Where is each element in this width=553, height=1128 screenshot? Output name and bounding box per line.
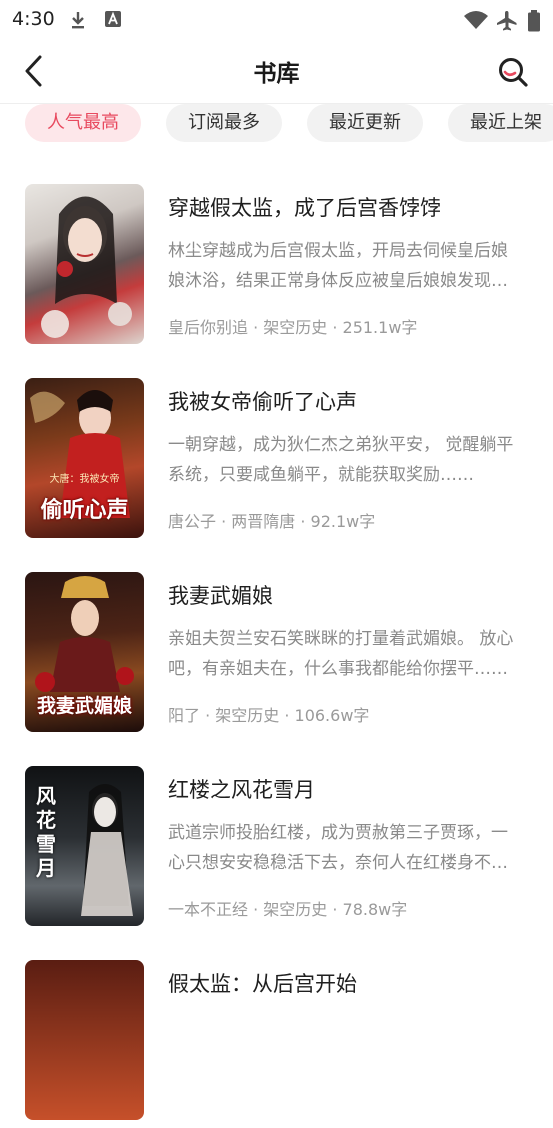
page-title: 书库 [253, 61, 300, 87]
book-cover-title: 偷听心声 [40, 497, 129, 523]
book-title: 我妻武媚娘 [168, 584, 273, 608]
battery-icon [527, 10, 541, 36]
search-button[interactable] [495, 54, 531, 90]
tab-most-subscribed[interactable]: 订阅最多 [166, 104, 282, 142]
book-cover-title: 风花雪月 [36, 784, 56, 880]
book-title: 穿越假太监，成了后宫香饽饽 [168, 196, 441, 220]
book-title: 红楼之风花雪月 [168, 778, 315, 802]
book-description: 武道宗师投胎红楼，成为贾赦第三子贾琢，一心只想安安稳稳活下去，奈何人在红楼身不由… [168, 823, 508, 873]
sort-tabs: 人气最高 订阅最多 最近更新 最近上架 [0, 104, 553, 144]
book-meta: 唐公子 · 两晋隋唐 · 92.1w字 [168, 512, 376, 531]
book-cover: 大唐：我被女帝 偷听心声 [25, 378, 144, 538]
book-title: 我被女帝偷听了心声 [168, 390, 357, 414]
tab-most-popular[interactable]: 人气最高 [25, 104, 141, 142]
book-item[interactable]: 大唐：我被女帝 偷听心声 我被女帝偷听了心声 一朝穿越，成为狄仁杰之弟狄平安， … [0, 378, 553, 546]
download-icon [68, 10, 88, 34]
book-item[interactable]: 假太监：从后宫开始 [0, 960, 553, 1128]
book-title: 假太监：从后宫开始 [168, 972, 357, 996]
book-cover: 风花雪月 [25, 766, 144, 926]
book-description: 一朝穿越，成为狄仁杰之弟狄平安， 觉醒躺平系统，只要咸鱼躺平，就能获取奖励…… [168, 435, 514, 485]
app-header: 书库 [0, 40, 553, 102]
book-description: 亲姐夫贺兰安石笑眯眯的打量着武媚娘。 放心吧，有亲姐夫在，什么事我都能给你摆平…… [168, 629, 514, 679]
book-cover [25, 960, 144, 1120]
tab-recently-listed[interactable]: 最近上架 [448, 104, 553, 142]
book-cover: 我妻武媚娘 [25, 572, 144, 732]
book-item[interactable]: 穿越假太监，成了后宫香饽饽 林尘穿越成为后宫假太监，开局去伺候皇后娘娘沐浴，结果… [0, 184, 553, 352]
search-icon [495, 58, 531, 94]
book-description: 林尘穿越成为后宫假太监，开局去伺候皇后娘娘沐浴，结果正常身体反应被皇后娘娘发现了… [168, 241, 508, 291]
book-cover [25, 184, 144, 344]
book-meta: 皇后你别追 · 架空历史 · 251.1w字 [168, 318, 418, 337]
status-time: 4:30 [12, 8, 55, 30]
book-meta: 一本不正经 · 架空历史 · 78.8w字 [168, 900, 408, 919]
status-bar: 4:30 [0, 0, 553, 38]
book-meta: 阳了 · 架空历史 · 106.6w字 [168, 706, 370, 725]
accessibility-a-icon [104, 10, 122, 32]
book-item[interactable]: 风花雪月 红楼之风花雪月 武道宗师投胎红楼，成为贾赦第三子贾琢，一心只想安安稳稳… [0, 766, 553, 934]
airplane-icon [496, 10, 518, 36]
wifi-icon [463, 10, 489, 34]
tab-recently-updated[interactable]: 最近更新 [307, 104, 423, 142]
book-item[interactable]: 我妻武媚娘 我妻武媚娘 亲姐夫贺兰安石笑眯眯的打量着武媚娘。 放心吧，有亲姐夫在… [0, 572, 553, 740]
book-cover-subtitle: 大唐：我被女帝 [49, 474, 120, 485]
book-cover-title: 我妻武媚娘 [36, 695, 132, 717]
